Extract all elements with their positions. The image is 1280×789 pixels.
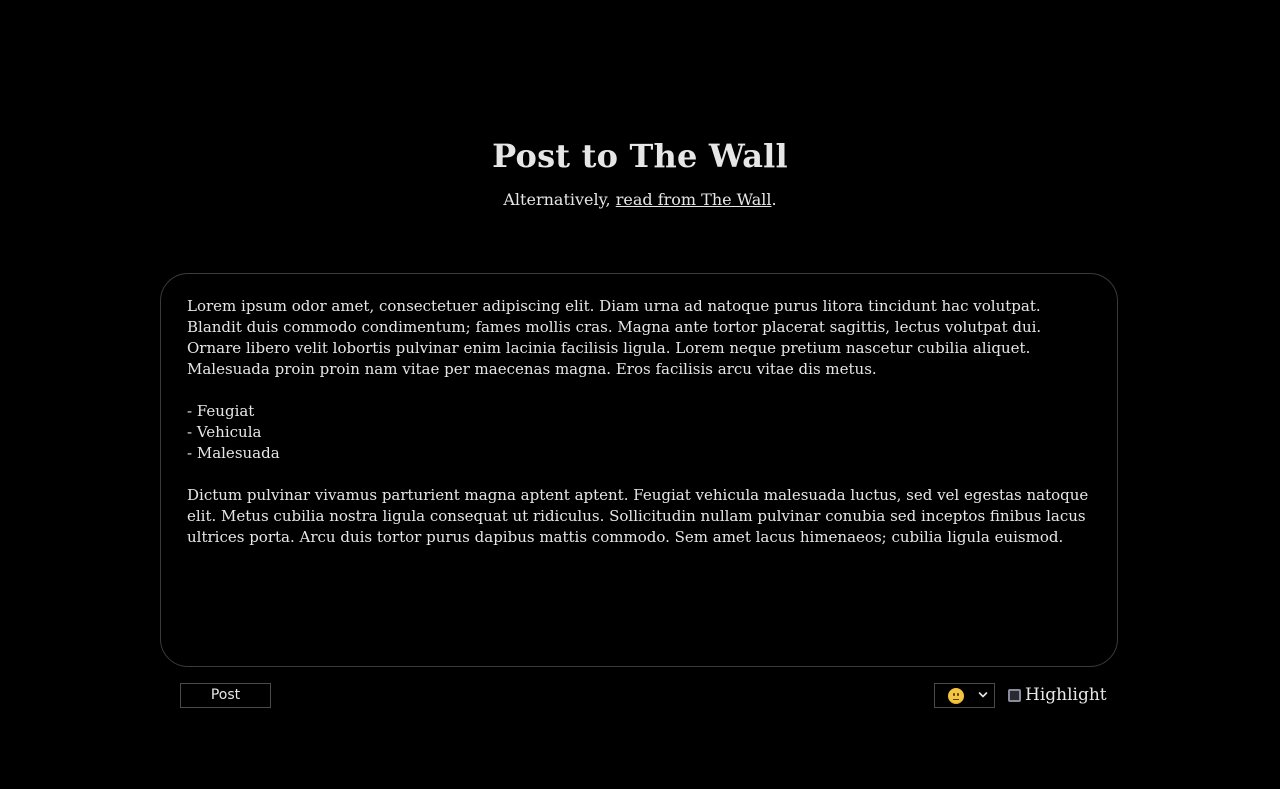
subtitle-prefix: Alternatively, xyxy=(503,190,616,209)
post-controls: Post Highlight xyxy=(180,683,1107,709)
mood-select[interactable] xyxy=(934,683,995,708)
read-wall-link[interactable]: read from The Wall xyxy=(616,190,772,209)
post-textarea[interactable]: Lorem ipsum odor amet, consectetuer adip… xyxy=(160,273,1118,667)
post-button[interactable]: Post xyxy=(180,683,271,708)
highlight-toggle[interactable]: Highlight xyxy=(1008,683,1107,708)
chevron-down-icon xyxy=(978,692,988,698)
page-subtitle: Alternatively, read from The Wall. xyxy=(0,188,1280,212)
post-paragraph-1: Lorem ipsum odor amet, consectetuer adip… xyxy=(187,297,1042,378)
neutral-face-icon xyxy=(948,688,964,704)
highlight-checkbox[interactable] xyxy=(1008,689,1021,702)
page-title: Post to The Wall xyxy=(492,137,788,175)
post-paragraph-2: Dictum pulvinar vivamus parturient magna… xyxy=(187,486,1089,546)
page: Post to The Wall Alternatively, read fro… xyxy=(0,0,1280,789)
post-list-item: - Malesuada xyxy=(187,444,280,462)
header: Post to The Wall Alternatively, read fro… xyxy=(0,134,1280,212)
post-list-item: - Vehicula xyxy=(187,423,262,441)
post-list-item: - Feugiat xyxy=(187,402,255,420)
subtitle-suffix: . xyxy=(771,190,777,209)
highlight-label: Highlight xyxy=(1025,685,1107,705)
